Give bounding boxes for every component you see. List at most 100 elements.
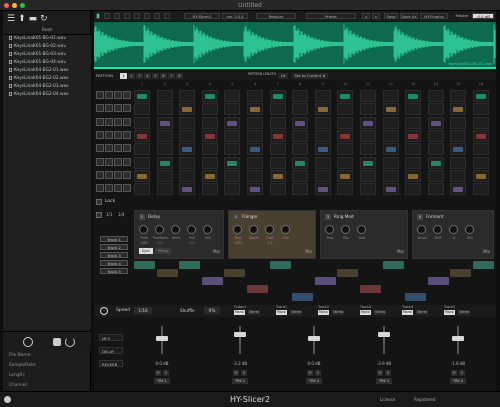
step-cell[interactable]: [337, 169, 354, 182]
step-cell[interactable]: [224, 90, 241, 102]
send-button-mfx[interactable]: MFX: [99, 334, 123, 341]
step-cell[interactable]: [382, 116, 399, 129]
arrangement-block[interactable]: [314, 277, 336, 285]
output-mode-button[interactable]: Stereo: [248, 310, 261, 315]
step-cell[interactable]: [427, 169, 444, 182]
arrangement-block[interactable]: [450, 269, 472, 277]
step-cell[interactable]: [179, 143, 196, 156]
send-button-delay[interactable]: DELAY: [99, 347, 123, 354]
track-ctl-button[interactable]: [114, 91, 122, 99]
output-mode-button[interactable]: Stereo: [290, 310, 303, 315]
track-ctl-button[interactable]: [105, 144, 113, 153]
step-cell[interactable]: [450, 129, 467, 142]
track-output-button[interactable]: TRK 5: [450, 378, 466, 384]
step-cell[interactable]: [337, 90, 354, 102]
step-cell[interactable]: [179, 169, 196, 182]
up-arrow-icon[interactable]: ⬆: [18, 14, 27, 24]
step-cell[interactable]: [382, 90, 399, 102]
step-cell[interactable]: [134, 143, 150, 156]
file-item[interactable]: KeysLinaK04-BG2-04.wav: [3, 91, 91, 99]
step-cell[interactable]: [405, 183, 422, 196]
mute-solo-button[interactable]: M: [377, 370, 383, 376]
step-cell[interactable]: [201, 129, 218, 142]
set-to-current-button[interactable]: Set to Current #: [292, 73, 328, 79]
step-cell[interactable]: [314, 90, 331, 102]
output-mode-button[interactable]: Mono: [276, 310, 287, 315]
track-ctl-button[interactable]: [105, 117, 113, 126]
pattern-slot-2[interactable]: [114, 13, 120, 19]
fx-knob[interactable]: [171, 225, 180, 234]
step-cell[interactable]: [473, 143, 489, 156]
step-cell[interactable]: [427, 156, 444, 169]
output-mode-button[interactable]: Stereo: [374, 310, 387, 315]
fx-knob[interactable]: [449, 225, 458, 234]
arrangement-block[interactable]: [269, 261, 291, 269]
fx-knob[interactable]: [433, 225, 442, 234]
track-ctl-button[interactable]: [123, 157, 131, 166]
next-preset-button[interactable]: >: [372, 13, 380, 19]
send-button-reverb[interactable]: REVERB: [99, 360, 123, 367]
step-cell[interactable]: [134, 169, 150, 182]
shuffle-value[interactable]: 0%: [204, 307, 220, 314]
step-cell[interactable]: [337, 116, 354, 129]
fx-pingpong-button[interactable]: PPong: [155, 248, 171, 254]
step-cell[interactable]: [224, 183, 241, 196]
track-ctl-button[interactable]: [114, 104, 122, 113]
refresh-icon[interactable]: ↻: [40, 14, 49, 24]
step-cell[interactable]: [201, 169, 218, 182]
step-cell[interactable]: [360, 103, 376, 116]
power-icon[interactable]: [100, 307, 108, 315]
step-cell[interactable]: [450, 116, 467, 129]
step-cell[interactable]: [179, 129, 196, 142]
step-cell[interactable]: [269, 129, 286, 142]
step-cell[interactable]: [405, 116, 422, 129]
step-cell[interactable]: [179, 156, 196, 169]
track-ctl-button[interactable]: [96, 104, 104, 113]
step-cell[interactable]: [269, 156, 286, 169]
step-cell[interactable]: [450, 183, 467, 196]
lock-checkbox[interactable]: [96, 199, 102, 205]
pattern-number-button[interactable]: 8: [176, 73, 183, 79]
step-cell[interactable]: [427, 129, 444, 142]
step-cell[interactable]: [360, 143, 376, 156]
step-cell[interactable]: [224, 103, 241, 116]
fx-knob[interactable]: [281, 225, 290, 234]
step-cell[interactable]: [450, 103, 467, 116]
fader-track[interactable]: [383, 326, 385, 354]
mute-solo-button[interactable]: S: [315, 370, 321, 376]
step-cell[interactable]: [314, 103, 331, 116]
step-cell[interactable]: [201, 156, 218, 169]
step-cell[interactable]: [314, 169, 331, 182]
step-cell[interactable]: [314, 143, 331, 156]
fx-knob[interactable]: [139, 225, 148, 234]
step-cell[interactable]: [247, 183, 263, 196]
arrangement-block[interactable]: [224, 269, 246, 277]
track-output-button[interactable]: TRK 4: [376, 378, 392, 384]
mute-solo-button[interactable]: M: [233, 370, 239, 376]
step-cell[interactable]: [473, 156, 489, 169]
track-ctl-button[interactable]: [114, 184, 122, 193]
step-cell[interactable]: [382, 183, 399, 196]
fx-knob[interactable]: [155, 225, 164, 234]
step-cell[interactable]: [427, 183, 444, 196]
file-item[interactable]: KeysLinaK01-BG-04.wav: [3, 59, 91, 67]
output-mode-button[interactable]: Mono: [360, 310, 371, 315]
step-cell[interactable]: [269, 169, 286, 182]
track-ctl-button[interactable]: [114, 130, 122, 139]
track-output-button[interactable]: TRK 2: [232, 378, 248, 384]
step-cell[interactable]: [224, 143, 241, 156]
step-cell[interactable]: [247, 103, 263, 116]
fx-knob[interactable]: [325, 225, 334, 234]
pattern-number-button[interactable]: 7: [168, 73, 175, 79]
fader-knob[interactable]: [156, 336, 168, 341]
pattern-number-button[interactable]: 2: [128, 73, 135, 79]
step-cell[interactable]: [382, 129, 399, 142]
step-cell[interactable]: [247, 143, 263, 156]
pattern-number-button[interactable]: 1: [120, 73, 127, 79]
step-cell[interactable]: [382, 156, 399, 169]
step-cell[interactable]: [360, 156, 376, 169]
slice-arrangement[interactable]: [134, 261, 496, 301]
fx-knob[interactable]: [341, 225, 350, 234]
arrangement-block[interactable]: [201, 277, 223, 285]
step-cell[interactable]: [473, 169, 489, 182]
